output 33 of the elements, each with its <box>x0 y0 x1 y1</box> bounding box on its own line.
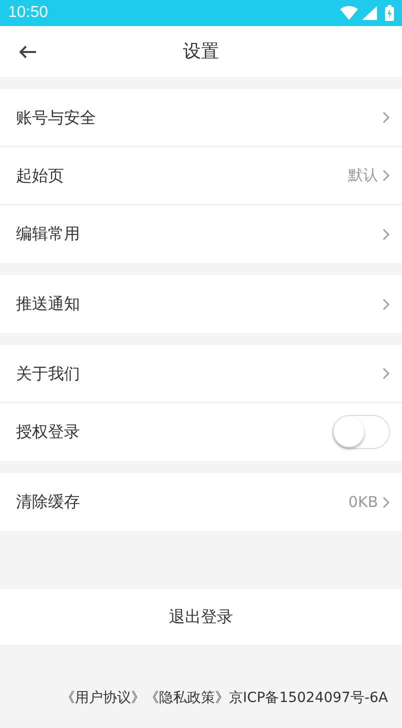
status-time: 10:50 <box>8 3 50 23</box>
settings-row[interactable]: 推送通知 <box>0 275 402 333</box>
chevron-right-icon <box>382 367 390 380</box>
chevron-right-icon <box>382 298 390 310</box>
row-label: 授权登录 <box>16 421 81 443</box>
settings-row[interactable]: 关于我们 <box>0 345 402 403</box>
settings-row[interactable]: 账号与安全 <box>0 89 402 147</box>
wifi-icon <box>340 6 358 20</box>
toggle-switch[interactable] <box>332 415 390 449</box>
battery-icon <box>385 5 394 21</box>
chevron-right-icon <box>382 169 390 182</box>
settings-row[interactable]: 授权登录 <box>0 403 402 461</box>
page-title: 设置 <box>183 40 219 64</box>
settings-row[interactable]: 起始页 默认 <box>0 147 402 205</box>
back-arrow-icon <box>19 44 37 58</box>
row-label: 起始页 <box>16 164 65 186</box>
settings-row[interactable]: 编辑常用 <box>0 205 402 263</box>
row-label: 编辑常用 <box>16 223 81 245</box>
chevron-right-icon <box>382 496 390 508</box>
chevron-right-icon <box>382 111 390 124</box>
settings-row[interactable]: 清除缓存 0KB <box>0 473 402 531</box>
row-value: 0KB <box>348 492 378 513</box>
footer-link[interactable]: 《用户协议》 <box>60 688 145 709</box>
row-value: 默认 <box>348 165 378 186</box>
icp-number: 京ICP备15024097号-6A <box>228 689 388 708</box>
chevron-right-icon <box>382 228 390 240</box>
row-label: 清除缓存 <box>16 491 81 513</box>
footer-link[interactable]: 《隐私政策》 <box>144 688 229 709</box>
row-label: 推送通知 <box>16 293 81 315</box>
row-label: 关于我们 <box>16 362 81 384</box>
signal-icon <box>362 6 377 20</box>
row-label: 账号与安全 <box>16 106 97 128</box>
logout-button[interactable]: 退出登录 <box>0 589 402 646</box>
